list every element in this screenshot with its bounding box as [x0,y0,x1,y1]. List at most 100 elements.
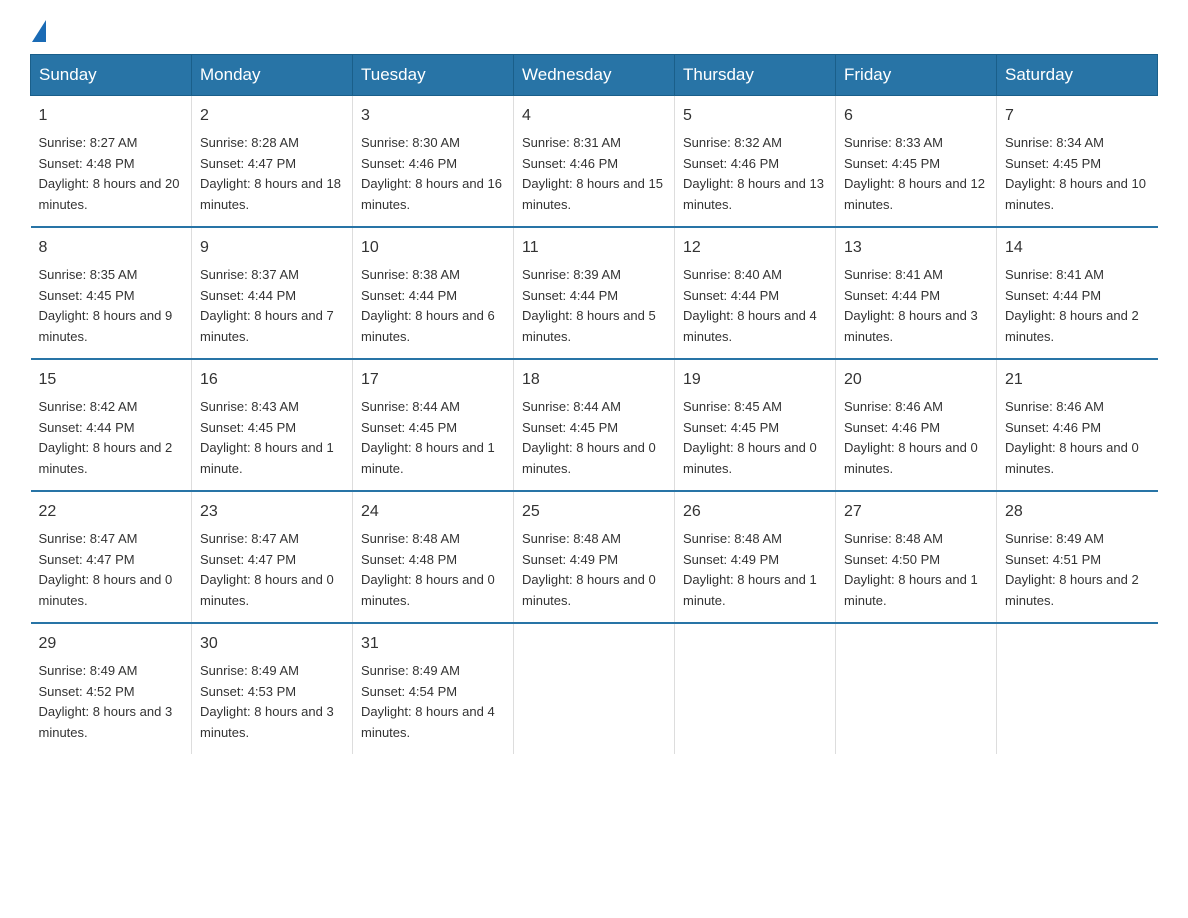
day-number: 14 [1005,236,1150,261]
day-number: 1 [39,104,184,129]
day-cell: 8 Sunrise: 8:35 AMSunset: 4:45 PMDaylight… [31,227,192,359]
day-cell: 30 Sunrise: 8:49 AMSunset: 4:53 PMDayligh… [192,623,353,754]
day-info: Sunrise: 8:49 AMSunset: 4:51 PMDaylight:… [1005,529,1150,612]
day-cell: 18 Sunrise: 8:44 AMSunset: 4:45 PMDayligh… [514,359,675,491]
day-number: 11 [522,236,666,261]
day-cell: 15 Sunrise: 8:42 AMSunset: 4:44 PMDayligh… [31,359,192,491]
day-info: Sunrise: 8:49 AMSunset: 4:53 PMDaylight:… [200,661,344,744]
day-number: 30 [200,632,344,657]
day-info: Sunrise: 8:33 AMSunset: 4:45 PMDaylight:… [844,133,988,216]
day-number: 29 [39,632,184,657]
day-cell [675,623,836,754]
day-cell: 26 Sunrise: 8:48 AMSunset: 4:49 PMDayligh… [675,491,836,623]
day-info: Sunrise: 8:44 AMSunset: 4:45 PMDaylight:… [361,397,505,480]
day-number: 8 [39,236,184,261]
day-info: Sunrise: 8:48 AMSunset: 4:49 PMDaylight:… [683,529,827,612]
day-cell: 9Sunrise: 8:37 AMSunset: 4:44 PMDaylight… [192,227,353,359]
day-number: 4 [522,104,666,129]
day-cell: 21 Sunrise: 8:46 AMSunset: 4:46 PMDayligh… [997,359,1158,491]
day-info: Sunrise: 8:41 AMSunset: 4:44 PMDaylight:… [844,265,988,348]
day-info: Sunrise: 8:48 AMSunset: 4:50 PMDaylight:… [844,529,988,612]
header-cell-friday: Friday [836,55,997,96]
day-number: 12 [683,236,827,261]
day-number: 6 [844,104,988,129]
day-cell: 4 Sunrise: 8:31 AMSunset: 4:46 PMDaylight… [514,96,675,227]
day-cell: 10Sunrise: 8:38 AMSunset: 4:44 PMDayligh… [353,227,514,359]
day-number: 23 [200,500,344,525]
day-cell: 20 Sunrise: 8:46 AMSunset: 4:46 PMDayligh… [836,359,997,491]
day-number: 2 [200,104,344,129]
day-info: Sunrise: 8:49 AMSunset: 4:54 PMDaylight:… [361,661,505,744]
day-cell: 12 Sunrise: 8:40 AMSunset: 4:44 PMDayligh… [675,227,836,359]
day-cell: 11 Sunrise: 8:39 AMSunset: 4:44 PMDayligh… [514,227,675,359]
day-number: 13 [844,236,988,261]
header-cell-tuesday: Tuesday [353,55,514,96]
header-cell-thursday: Thursday [675,55,836,96]
day-cell: 25 Sunrise: 8:48 AMSunset: 4:49 PMDayligh… [514,491,675,623]
day-info: Sunrise: 8:47 AMSunset: 4:47 PMDaylight:… [200,529,344,612]
day-number: 25 [522,500,666,525]
day-number: 19 [683,368,827,393]
day-cell: 3Sunrise: 8:30 AMSunset: 4:46 PMDaylight… [353,96,514,227]
calendar-body: 1 Sunrise: 8:27 AMSunset: 4:48 PMDaylight… [31,96,1158,754]
day-number: 9 [200,236,344,261]
header-cell-wednesday: Wednesday [514,55,675,96]
day-cell: 2Sunrise: 8:28 AMSunset: 4:47 PMDaylight… [192,96,353,227]
day-number: 3 [361,104,505,129]
day-info: Sunrise: 8:39 AMSunset: 4:44 PMDaylight:… [522,265,666,348]
day-cell: 31 Sunrise: 8:49 AMSunset: 4:54 PMDayligh… [353,623,514,754]
day-info: Sunrise: 8:42 AMSunset: 4:44 PMDaylight:… [39,397,184,480]
day-cell: 7 Sunrise: 8:34 AMSunset: 4:45 PMDaylight… [997,96,1158,227]
calendar-table: SundayMondayTuesdayWednesdayThursdayFrid… [30,54,1158,754]
day-info: Sunrise: 8:46 AMSunset: 4:46 PMDaylight:… [844,397,988,480]
day-info: Sunrise: 8:32 AMSunset: 4:46 PMDaylight:… [683,133,827,216]
day-cell: 24Sunrise: 8:48 AMSunset: 4:48 PMDayligh… [353,491,514,623]
day-number: 26 [683,500,827,525]
day-cell: 22 Sunrise: 8:47 AMSunset: 4:47 PMDayligh… [31,491,192,623]
day-number: 5 [683,104,827,129]
day-cell: 17 Sunrise: 8:44 AMSunset: 4:45 PMDayligh… [353,359,514,491]
day-cell: 27Sunrise: 8:48 AMSunset: 4:50 PMDayligh… [836,491,997,623]
day-info: Sunrise: 8:44 AMSunset: 4:45 PMDaylight:… [522,397,666,480]
day-number: 22 [39,500,184,525]
day-number: 17 [361,368,505,393]
day-info: Sunrise: 8:31 AMSunset: 4:46 PMDaylight:… [522,133,666,216]
day-number: 18 [522,368,666,393]
day-cell: 23 Sunrise: 8:47 AMSunset: 4:47 PMDayligh… [192,491,353,623]
day-number: 7 [1005,104,1150,129]
day-info: Sunrise: 8:40 AMSunset: 4:44 PMDaylight:… [683,265,827,348]
header-row: SundayMondayTuesdayWednesdayThursdayFrid… [31,55,1158,96]
day-number: 21 [1005,368,1150,393]
day-cell [514,623,675,754]
week-row-2: 8 Sunrise: 8:35 AMSunset: 4:45 PMDaylight… [31,227,1158,359]
day-number: 20 [844,368,988,393]
day-info: Sunrise: 8:27 AMSunset: 4:48 PMDaylight:… [39,133,184,216]
page-header [30,20,1158,44]
day-info: Sunrise: 8:35 AMSunset: 4:45 PMDaylight:… [39,265,184,348]
header-cell-saturday: Saturday [997,55,1158,96]
logo [30,20,46,44]
header-cell-sunday: Sunday [31,55,192,96]
day-info: Sunrise: 8:48 AMSunset: 4:49 PMDaylight:… [522,529,666,612]
day-number: 31 [361,632,505,657]
day-cell: 19 Sunrise: 8:45 AMSunset: 4:45 PMDayligh… [675,359,836,491]
day-info: Sunrise: 8:49 AMSunset: 4:52 PMDaylight:… [39,661,184,744]
day-info: Sunrise: 8:45 AMSunset: 4:45 PMDaylight:… [683,397,827,480]
day-info: Sunrise: 8:47 AMSunset: 4:47 PMDaylight:… [39,529,184,612]
day-info: Sunrise: 8:34 AMSunset: 4:45 PMDaylight:… [1005,133,1150,216]
week-row-4: 22 Sunrise: 8:47 AMSunset: 4:47 PMDayligh… [31,491,1158,623]
day-info: Sunrise: 8:46 AMSunset: 4:46 PMDaylight:… [1005,397,1150,480]
week-row-3: 15 Sunrise: 8:42 AMSunset: 4:44 PMDayligh… [31,359,1158,491]
day-cell: 6 Sunrise: 8:33 AMSunset: 4:45 PMDaylight… [836,96,997,227]
week-row-1: 1 Sunrise: 8:27 AMSunset: 4:48 PMDaylight… [31,96,1158,227]
day-number: 28 [1005,500,1150,525]
day-cell: 5 Sunrise: 8:32 AMSunset: 4:46 PMDaylight… [675,96,836,227]
day-number: 15 [39,368,184,393]
header-cell-monday: Monday [192,55,353,96]
day-cell: 28 Sunrise: 8:49 AMSunset: 4:51 PMDayligh… [997,491,1158,623]
day-number: 24 [361,500,505,525]
week-row-5: 29 Sunrise: 8:49 AMSunset: 4:52 PMDayligh… [31,623,1158,754]
day-cell [836,623,997,754]
day-info: Sunrise: 8:41 AMSunset: 4:44 PMDaylight:… [1005,265,1150,348]
day-cell [997,623,1158,754]
